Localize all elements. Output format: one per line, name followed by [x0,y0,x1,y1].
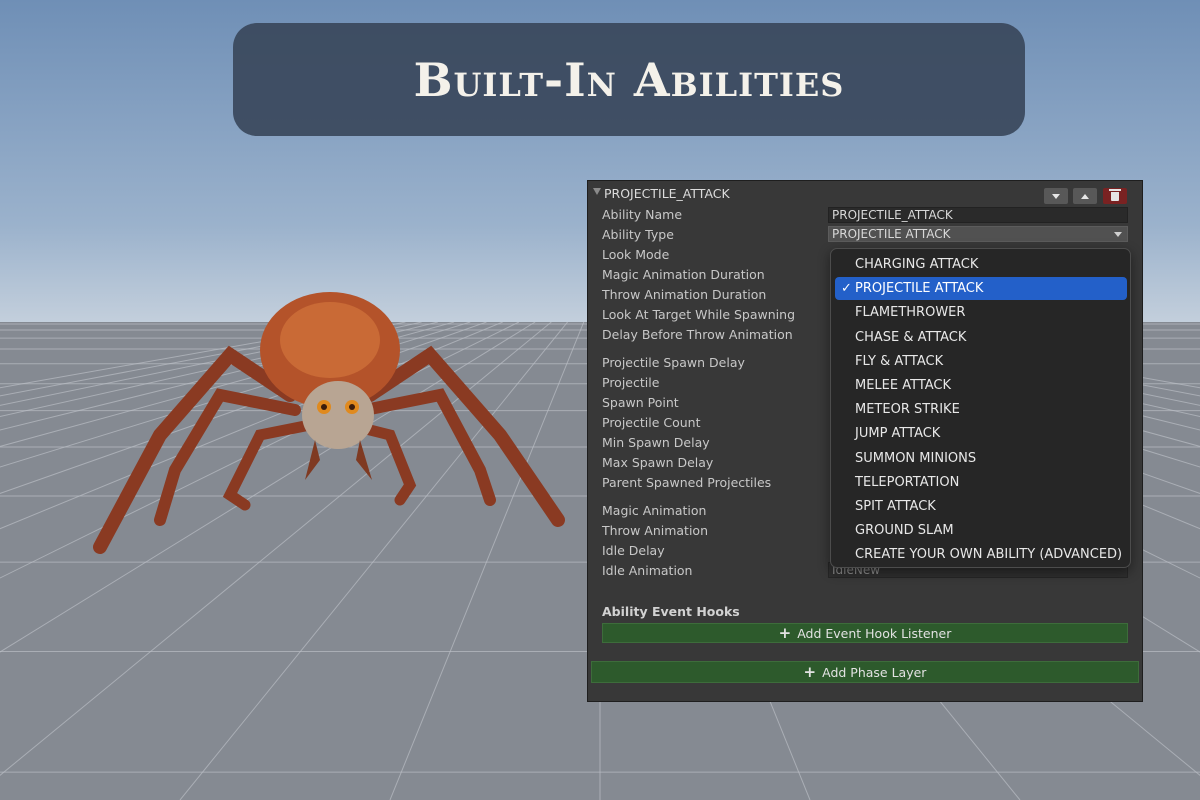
field-label: Projectile Spawn Delay [602,355,745,370]
chevron-down-icon [1114,232,1122,237]
add-event-hook-label: Add Event Hook Listener [797,625,952,641]
ability-type-dropdown: CHARGING ATTACK ✓ PROJECTILE ATTACK FLAMETH… [830,248,1131,568]
dropdown-option-label: FLY & ATTACK [855,353,944,369]
dropdown-option-label: MELEE ATTACK [855,378,952,393]
dropdown-option-label: JUMP ATTACK [855,426,941,442]
dropdown-option[interactable]: CREATE YOUR OWN ABILITY (ADVANCED) [835,543,1127,566]
dropdown-option[interactable]: GROUND SLAM [835,519,1127,542]
field-label: Idle Animation [602,563,693,578]
field-label: Ability Type [602,227,674,242]
field-label: Spawn Point [602,395,679,410]
plus-icon: + [778,624,792,642]
dropdown-option[interactable]: TELEPORTATION [835,471,1127,494]
arrow-down-icon [1052,193,1060,199]
dropdown-option[interactable]: MELEE ATTACK [835,374,1127,397]
ability-header[interactable]: PROJECTILE_ATTACK [590,184,1140,204]
field-label: Parent Spawned Projectiles [602,475,772,490]
dropdown-option-label: CHARGING ATTACK [855,257,979,272]
move-down-button[interactable] [1044,188,1068,204]
arrow-up-icon [1081,193,1089,199]
title-banner: Built-In Abilities [233,23,1025,136]
ability-name-input[interactable]: PROJECTILE_ATTACK [828,207,1128,223]
field-label: Magic Animation Duration [602,267,765,282]
foldout-arrow-icon[interactable] [593,188,601,195]
field-label: Throw Animation [602,523,708,538]
delete-button[interactable] [1103,188,1127,204]
field-label: Ability Name [602,207,683,222]
add-phase-layer-button[interactable]: + Add Phase Layer [591,661,1139,683]
field-label: Projectile Count [602,415,701,430]
checkmark-icon: ✓ [841,281,852,297]
plus-icon: + [803,663,817,681]
field-label: Look Mode [602,247,670,262]
spider-creature [93,292,565,554]
dropdown-option-label: GROUND SLAM [855,523,954,539]
field-label: Delay Before Throw Animation [602,327,793,342]
field-label: Min Spawn Delay [602,435,710,450]
add-event-hook-button[interactable]: + Add Event Hook Listener [602,623,1128,643]
dropdown-option-label: SUMMON MINIONS [855,450,977,466]
event-hooks-heading: Ability Event Hooks [602,604,740,619]
ability-type-select[interactable]: PROJECTILE ATTACK [828,226,1128,242]
dropdown-option-label: FLAMETHROWER [855,305,966,321]
dropdown-option[interactable]: METEOR STRIKE [835,398,1127,421]
dropdown-option[interactable]: FLY & ATTACK [835,350,1127,373]
add-phase-layer-label: Add Phase Layer [822,664,927,680]
field-label: Projectile [602,375,660,390]
ability-header-title: PROJECTILE_ATTACK [604,186,730,201]
field-label: Idle Delay [602,543,665,558]
dropdown-option[interactable]: JUMP ATTACK [835,422,1127,445]
dropdown-option-label: SPIT ATTACK [855,499,936,514]
move-up-button[interactable] [1073,188,1097,204]
dropdown-option-label: PROJECTILE ATTACK [855,281,984,297]
field-label: Throw Animation Duration [602,287,767,302]
dropdown-option[interactable]: ✓ PROJECTILE ATTACK [835,277,1127,301]
dropdown-option[interactable]: SUMMON MINIONS [835,447,1127,470]
dropdown-option[interactable]: FLAMETHROWER [835,301,1127,324]
dropdown-option-label: METEOR STRIKE [855,402,960,418]
dropdown-option-label: TELEPORTATION [855,474,960,490]
ability-type-value: PROJECTILE ATTACK [832,227,951,241]
dropdown-option[interactable]: SPIT ATTACK [835,495,1127,518]
dropdown-option[interactable]: CHASE & ATTACK [835,326,1127,349]
trash-icon [1109,188,1121,201]
field-label: Look At Target While Spawning [602,307,795,322]
field-label: Max Spawn Delay [602,455,714,470]
dropdown-option-label: CREATE YOUR OWN ABILITY (ADVANCED) [855,547,1123,563]
dropdown-option[interactable]: CHARGING ATTACK [835,253,1127,276]
banner-title: Built-In Abilities [413,52,845,107]
field-label: Magic Animation [602,503,707,518]
dropdown-option-label: CHASE & ATTACK [855,329,967,345]
